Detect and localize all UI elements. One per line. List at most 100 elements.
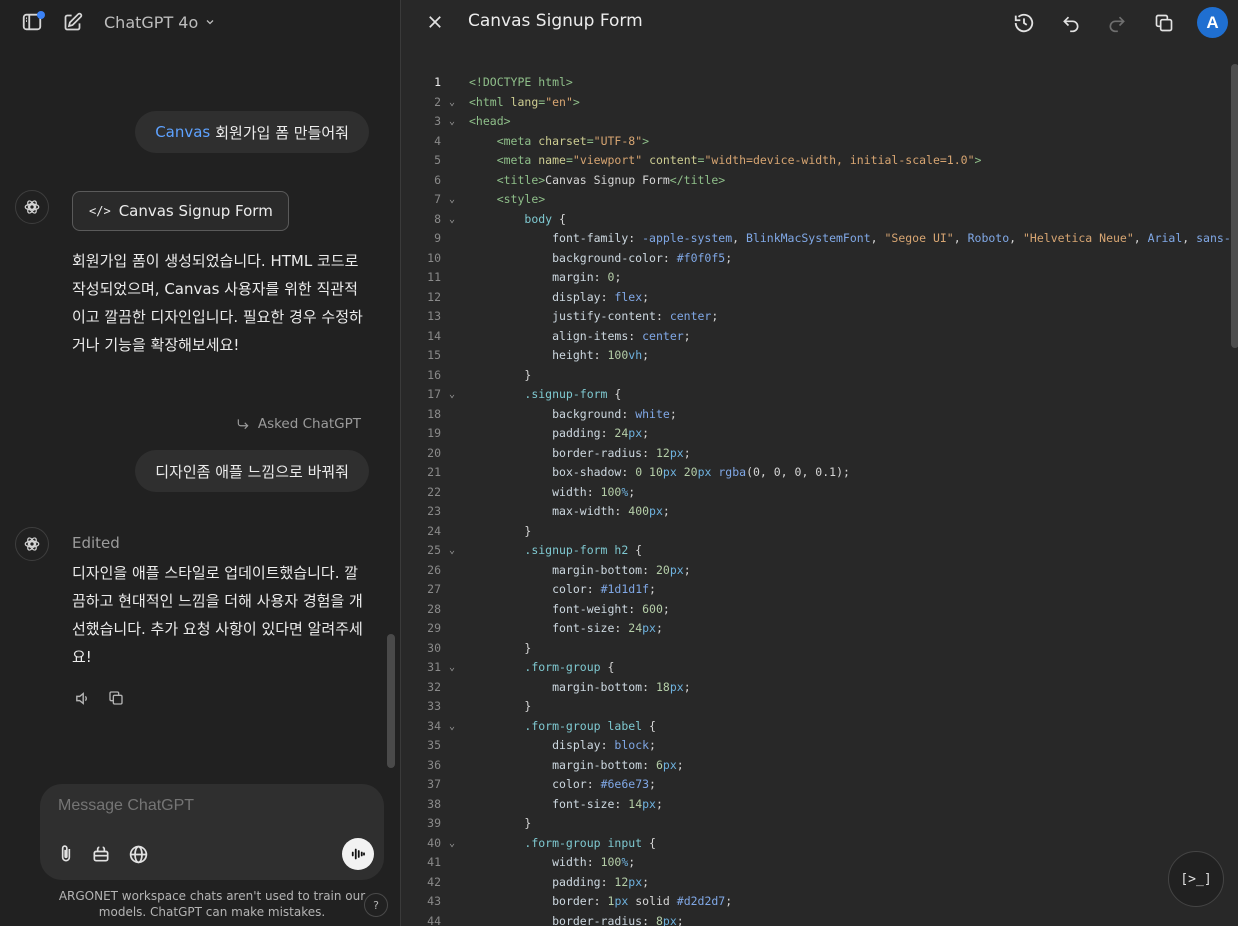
message-input[interactable] <box>58 797 358 815</box>
code-line[interactable]: 4 <meta charset="UTF-8"> <box>401 132 1231 152</box>
code-line[interactable]: 19 padding: 24px; <box>401 424 1231 444</box>
code-line[interactable]: 40 ⌄ .form-group input { <box>401 834 1231 854</box>
code-line[interactable]: 14 align-items: center; <box>401 327 1231 347</box>
line-number: 38 <box>427 796 441 811</box>
line-number: 16 <box>427 367 441 382</box>
code-line[interactable]: 16 } <box>401 366 1231 386</box>
read-aloud-icon[interactable] <box>72 688 92 708</box>
attach-icon[interactable] <box>54 842 78 866</box>
fold-chevron-icon[interactable]: ⌄ <box>446 658 458 678</box>
code-text: align-items: center; <box>552 328 691 343</box>
chat-header: ChatGPT 4o <box>0 0 400 44</box>
code-line[interactable]: 43 border: 1px solid #d2d2d7; <box>401 892 1231 912</box>
code-line[interactable]: 31 ⌄ .form-group { <box>401 658 1231 678</box>
code-editor[interactable]: 1 <!DOCTYPE html> 2 ⌄ <html lang="en"> 3 ⌄ <hea… <box>401 73 1231 926</box>
code-line[interactable]: 44 border-radius: 8px; <box>401 912 1231 926</box>
fold-chevron-icon[interactable]: ⌄ <box>446 834 458 854</box>
code-line[interactable]: 26 margin-bottom: 20px; <box>401 561 1231 581</box>
code-line[interactable]: 2 ⌄ <html lang="en"> <box>401 93 1231 113</box>
code-line[interactable]: 3 ⌄ <head> <box>401 112 1231 132</box>
copy-icon[interactable] <box>1151 10 1177 36</box>
user-message-1-text: 회원가입 폼 만들어줘 <box>215 123 349 142</box>
code-line[interactable]: 33 } <box>401 697 1231 717</box>
fold-chevron-icon[interactable]: ⌄ <box>446 190 458 210</box>
model-selector[interactable]: ChatGPT 4o <box>104 11 216 33</box>
code-text: .form-group label { <box>524 718 656 733</box>
fold-chevron-icon[interactable]: ⌄ <box>446 93 458 113</box>
code-line[interactable]: 34 ⌄ .form-group label { <box>401 717 1231 737</box>
user-message-1: Canvas 회원가입 폼 만들어줘 <box>135 111 369 153</box>
code-line[interactable]: 39 } <box>401 814 1231 834</box>
code-line[interactable]: 24 } <box>401 522 1231 542</box>
code-line[interactable]: 9 font-family: -apple-system, BlinkMacSy… <box>401 229 1231 249</box>
code-line[interactable]: 35 display: block; <box>401 736 1231 756</box>
code-line[interactable]: 10 background-color: #f0f0f5; <box>401 249 1231 269</box>
line-number: 41 <box>427 855 441 869</box>
code-line[interactable]: 38 font-size: 14px; <box>401 795 1231 815</box>
code-line[interactable]: 5 <meta name="viewport" content="width=d… <box>401 151 1231 171</box>
fold-chevron-icon[interactable]: ⌄ <box>446 717 458 737</box>
code-line[interactable]: 28 font-weight: 600; <box>401 600 1231 620</box>
globe-icon[interactable] <box>126 842 150 866</box>
chat-scrollbar[interactable] <box>387 634 395 768</box>
history-icon[interactable] <box>1011 10 1037 36</box>
user-avatar[interactable]: A <box>1197 7 1228 38</box>
canvas-scrollbar[interactable] <box>1231 64 1238 348</box>
line-number: 44 <box>427 913 441 926</box>
code-line[interactable]: 22 width: 100%; <box>401 483 1231 503</box>
code-line[interactable]: 8 ⌄ body { <box>401 210 1231 230</box>
line-number: 36 <box>427 757 441 772</box>
new-chat-icon[interactable] <box>60 10 84 34</box>
code-line[interactable]: 6 <title>Canvas Signup Form</title> <box>401 171 1231 191</box>
undo-icon[interactable] <box>1058 10 1084 36</box>
code-text: .signup-form { <box>524 387 622 401</box>
code-line[interactable]: 20 border-radius: 12px; <box>401 444 1231 464</box>
code-line[interactable]: 25 ⌄ .signup-form h2 { <box>401 541 1231 561</box>
code-line[interactable]: 7 ⌄ <style> <box>401 190 1231 210</box>
canvas-mention[interactable]: Canvas <box>155 123 210 141</box>
line-number: 9 <box>434 231 441 245</box>
line-number: 15 <box>427 348 441 362</box>
canvas-doc-card[interactable]: </> Canvas Signup Form <box>72 191 289 231</box>
line-number: 32 <box>427 679 441 694</box>
code-line[interactable]: 41 width: 100%; <box>401 853 1231 873</box>
fold-chevron-icon[interactable]: ⌄ <box>446 210 458 230</box>
line-number: 2 <box>434 94 441 109</box>
code-line[interactable]: 1 <!DOCTYPE html> <box>401 73 1231 93</box>
tools-icon[interactable] <box>89 842 113 866</box>
fold-chevron-icon[interactable]: ⌄ <box>446 385 458 405</box>
code-line[interactable]: 29 font-size: 24px; <box>401 619 1231 639</box>
code-line[interactable]: 15 height: 100vh; <box>401 346 1231 366</box>
fold-chevron-icon[interactable]: ⌄ <box>446 112 458 132</box>
redo-icon[interactable] <box>1104 10 1130 36</box>
disclaimer-text: ARGONET workspace chats aren't used to t… <box>58 889 366 919</box>
code-line[interactable]: 36 margin-bottom: 6px; <box>401 756 1231 776</box>
user-message-2: 디자인좀 애플 느낌으로 바꿔줘 <box>135 450 369 492</box>
code-text: background: white; <box>552 406 677 421</box>
code-line[interactable]: 30 } <box>401 639 1231 659</box>
code-line[interactable]: 11 margin: 0; <box>401 268 1231 288</box>
code-line[interactable]: 18 background: white; <box>401 405 1231 425</box>
code-line[interactable]: 37 color: #6e6e73; <box>401 775 1231 795</box>
voice-mode-button[interactable] <box>342 838 374 870</box>
code-line[interactable]: 12 display: flex; <box>401 288 1231 308</box>
copy-icon[interactable] <box>106 688 126 708</box>
code-line[interactable]: 23 max-width: 400px; <box>401 502 1231 522</box>
help-button[interactable]: ? <box>364 893 388 917</box>
run-code-button[interactable]: [>_] <box>1168 851 1224 907</box>
assistant-message-2: 디자인을 애플 스타일로 업데이트했습니다. 깔끔하고 현대적인 느낌을 더해 … <box>72 564 363 666</box>
code-text: <style> <box>496 192 546 206</box>
code-line[interactable]: 17 ⌄ .signup-form { <box>401 385 1231 405</box>
fold-chevron-icon[interactable]: ⌄ <box>446 541 458 561</box>
code-line[interactable]: 42 padding: 12px; <box>401 873 1231 893</box>
code-text: } <box>524 367 532 382</box>
chatgpt-avatar-icon <box>15 190 49 224</box>
line-number: 39 <box>427 816 441 830</box>
code-line[interactable]: 21 box-shadow: 0 10px 20px rgba(0, 0, 0,… <box>401 463 1231 483</box>
message-composer <box>40 784 384 880</box>
code-line[interactable]: 27 color: #1d1d1f; <box>401 580 1231 600</box>
code-text: margin: 0; <box>552 270 622 284</box>
code-line[interactable]: 13 justify-content: center; <box>401 307 1231 327</box>
code-line[interactable]: 32 margin-bottom: 18px; <box>401 678 1231 698</box>
close-icon[interactable] <box>423 10 447 34</box>
